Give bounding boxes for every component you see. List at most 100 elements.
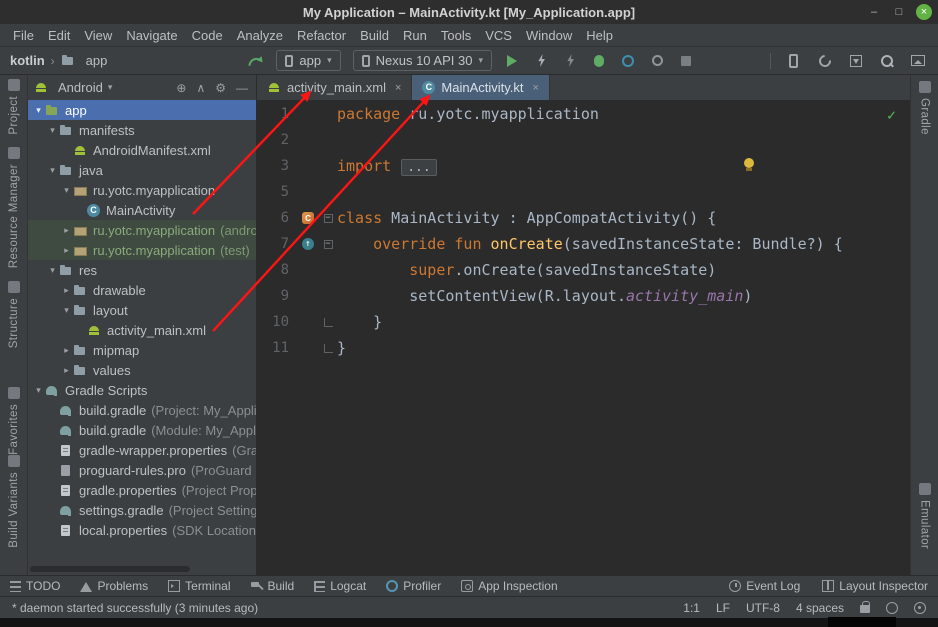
tool-window-button-app-inspection[interactable]: App Inspection — [461, 579, 557, 593]
tree-item-res[interactable]: ▾res — [28, 260, 256, 280]
hide-icon[interactable]: — — [236, 81, 248, 95]
line-number[interactable]: 2 — [257, 127, 297, 153]
readonly-lock-icon[interactable] — [860, 605, 870, 613]
code-line-11[interactable]: 11} — [257, 335, 910, 361]
tree-chevron-icon[interactable]: ▸ — [60, 365, 73, 376]
breadcrumb-module[interactable]: app — [86, 53, 108, 68]
menu-view[interactable]: View — [77, 26, 119, 45]
tree-item-app[interactable]: ▾app — [28, 100, 256, 120]
line-number[interactable]: 6 — [257, 205, 297, 231]
gradle-sync-arrow-icon[interactable] — [247, 52, 264, 69]
close-icon[interactable]: × — [395, 82, 401, 94]
tree-item-gradle-scripts[interactable]: ▾Gradle Scripts — [28, 380, 256, 400]
tree-chevron-icon[interactable]: ▸ — [60, 345, 73, 356]
tree-item-drawable[interactable]: ▸drawable — [28, 280, 256, 300]
menu-window[interactable]: Window — [519, 26, 579, 45]
sdk-manager-button[interactable] — [847, 52, 864, 69]
line-number[interactable]: 8 — [257, 257, 297, 283]
line-number[interactable]: 3 — [257, 153, 297, 179]
tool-window-button-terminal[interactable]: Terminal — [168, 579, 230, 593]
tree-item-values[interactable]: ▸values — [28, 360, 256, 380]
tool-strip-gradle[interactable]: Gradle — [911, 81, 938, 135]
menu-edit[interactable]: Edit — [41, 26, 77, 45]
debug-button[interactable] — [591, 52, 608, 69]
tree-item-activity-main-xml[interactable]: activity_main.xml — [28, 320, 256, 340]
tree-item-androidmanifest-xml[interactable]: AndroidManifest.xml — [28, 140, 256, 160]
device-selector[interactable]: Nexus 10 API 30 ▾ — [353, 50, 492, 71]
tree-item-ru-yotc-myapplication-test[interactable]: ▸ru.yotc.myapplication(test) — [28, 240, 256, 260]
attach-profiler-button[interactable] — [649, 52, 666, 69]
line-number[interactable]: 11 — [257, 335, 297, 361]
module-selector[interactable]: app ▾ — [276, 50, 340, 71]
settings-icon[interactable]: ⚙ — [215, 81, 226, 95]
tree-chevron-icon[interactable]: ▸ — [60, 245, 73, 256]
tool-strip-project[interactable]: Project — [0, 79, 27, 135]
project-view-selector[interactable]: Android — [58, 80, 103, 95]
fold-collapse-icon[interactable]: − — [324, 240, 333, 249]
caret-position[interactable]: 1:1 — [683, 601, 700, 615]
tool-window-button-event-log[interactable]: Event Log — [729, 579, 800, 593]
tool-strip-structure[interactable]: Structure — [0, 281, 27, 348]
tree-chevron-icon[interactable]: ▾ — [46, 265, 59, 276]
line-separator[interactable]: LF — [716, 601, 730, 615]
stop-button[interactable] — [678, 52, 695, 69]
fold-collapse-icon[interactable]: − — [324, 214, 333, 223]
line-number[interactable]: 7 — [257, 231, 297, 257]
tree-item-layout[interactable]: ▾layout — [28, 300, 256, 320]
code-line-3[interactable]: 3import ... — [257, 153, 910, 179]
line-number[interactable]: 10 — [257, 309, 297, 335]
tree-item-gradle-properties-project-properties[interactable]: gradle.properties(Project Properties) — [28, 480, 256, 500]
tool-window-button-problems[interactable]: Problems — [80, 579, 148, 593]
intention-bulb-icon[interactable] — [743, 158, 755, 172]
tree-item-proguard-rules-pro-proguard-rules-for-app[interactable]: proguard-rules.pro(ProGuard Rules for "a… — [28, 460, 256, 480]
tool-window-button-layout-inspector[interactable]: Layout Inspector — [822, 579, 928, 593]
tree-item-build-gradle-module-my-application-app[interactable]: build.gradle(Module: My_Application.app) — [28, 420, 256, 440]
tree-item-ru-yotc-myapplication-androidtest[interactable]: ▸ru.yotc.myapplication(androidTest) — [28, 220, 256, 240]
menu-code[interactable]: Code — [185, 26, 230, 45]
window-close-button[interactable]: × — [916, 4, 932, 20]
apply-code-changes-button[interactable] — [562, 52, 579, 69]
tree-item-local-properties-sdk-location[interactable]: local.properties(SDK Location) — [28, 520, 256, 540]
profile-button[interactable] — [620, 52, 637, 69]
tree-item-gradle-wrapper-properties-gradle-version[interactable]: gradle-wrapper.properties(Gradle Version… — [28, 440, 256, 460]
close-icon[interactable]: × — [533, 82, 539, 94]
tool-strip-resource-manager[interactable]: Resource Manager — [0, 147, 27, 268]
notifications-icon[interactable] — [914, 602, 926, 614]
device-manager-button[interactable] — [785, 52, 802, 69]
menu-file[interactable]: File — [6, 26, 41, 45]
menu-build[interactable]: Build — [353, 26, 396, 45]
tree-chevron-icon[interactable]: ▾ — [60, 305, 73, 316]
tree-chevron-icon[interactable]: ▾ — [32, 385, 45, 396]
tree-item-mainactivity[interactable]: MainActivity — [28, 200, 256, 220]
menu-run[interactable]: Run — [396, 26, 434, 45]
code-line-1[interactable]: 1package ru.yotc.myapplication — [257, 101, 910, 127]
file-encoding[interactable]: UTF-8 — [746, 601, 780, 615]
tool-strip-build-variants[interactable]: Build Variants — [0, 455, 27, 548]
horizontal-scrollbar[interactable] — [30, 566, 190, 572]
line-number[interactable]: 5 — [257, 179, 297, 205]
tree-chevron-icon[interactable]: ▾ — [32, 105, 45, 116]
breadcrumb-project[interactable]: kotlin — [10, 53, 45, 68]
menu-tools[interactable]: Tools — [434, 26, 478, 45]
code-line-6[interactable]: 6−class MainActivity : AppCompatActivity… — [257, 205, 910, 231]
fold-end-icon[interactable] — [324, 318, 333, 327]
tree-chevron-icon[interactable]: ▾ — [60, 185, 73, 196]
override-gutter-icon[interactable]: ↑ — [302, 238, 314, 250]
code-line-5[interactable]: 5 — [257, 179, 910, 205]
tab-activity-main-xml[interactable]: activity_main.xml× — [257, 75, 412, 100]
inspections-ok-icon[interactable]: ✓ — [887, 106, 896, 124]
tab-mainactivity-kt[interactable]: MainActivity.kt× — [412, 75, 550, 100]
image-asset-button[interactable] — [909, 52, 926, 69]
tool-window-button-build[interactable]: Build — [251, 579, 295, 593]
tree-chevron-icon[interactable]: ▸ — [60, 225, 73, 236]
tool-window-button-profiler[interactable]: Profiler — [386, 579, 441, 593]
tree-item-settings-gradle-project-settings[interactable]: settings.gradle(Project Settings) — [28, 500, 256, 520]
menu-analyze[interactable]: Analyze — [230, 26, 290, 45]
indent-style[interactable]: 4 spaces — [796, 601, 844, 615]
tree-chevron-icon[interactable]: ▸ — [60, 285, 73, 296]
menu-refactor[interactable]: Refactor — [290, 26, 353, 45]
inspections-widget-icon[interactable] — [886, 602, 898, 614]
code-line-7[interactable]: 7↑− override fun onCreate(savedInstanceS… — [257, 231, 910, 257]
menu-vcs[interactable]: VCS — [478, 26, 519, 45]
code-line-8[interactable]: 8 super.onCreate(savedInstanceState) — [257, 257, 910, 283]
